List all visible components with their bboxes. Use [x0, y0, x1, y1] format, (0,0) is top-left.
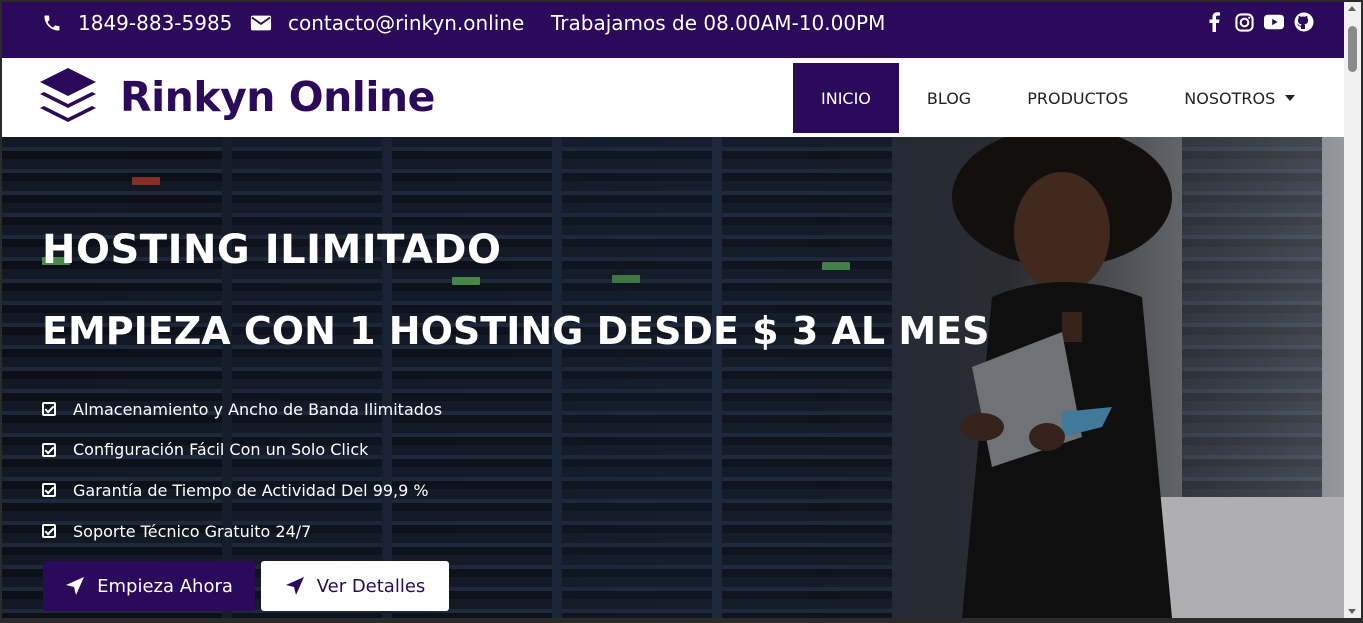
instagram-icon[interactable]	[1234, 12, 1254, 32]
caret-down-icon	[1285, 95, 1296, 101]
checkbox-check-icon	[42, 483, 56, 498]
nav-item-label: INICIO	[821, 88, 871, 108]
nav-item-label: BLOG	[926, 88, 972, 108]
site-header: Rinkyn Online INICIO BLOG PRODUCTOS NOSO…	[2, 58, 1344, 137]
phone-icon	[44, 15, 60, 31]
feature-list: Almacenamiento y Ancho de Banda Ilimitad…	[42, 389, 442, 551]
envelope-icon	[250, 15, 272, 31]
business-hours: Trabajamos de 08.00AM-10.00PM	[551, 2, 885, 44]
button-label: Ver Detalles	[316, 575, 426, 597]
email-contact[interactable]: contacto@rinkyn.online	[250, 2, 524, 44]
nav-item-label: PRODUCTOS	[1027, 88, 1129, 108]
nav-item-blog[interactable]: BLOG	[899, 63, 999, 133]
feature-text: Almacenamiento y Ancho de Banda Ilimitad…	[73, 399, 443, 419]
nav-item-nosotros[interactable]: NOSOTROS	[1156, 63, 1323, 133]
list-item: Soporte Técnico Gratuito 24/7	[42, 511, 442, 552]
vertical-scrollbar[interactable]	[1344, 2, 1361, 618]
hero-title: HOSTING ILIMITADO	[42, 227, 502, 273]
phone-number: 1849-883-5985	[78, 11, 233, 35]
list-item: Configuración Fácil Con un Solo Click	[42, 430, 442, 471]
social-links	[1204, 12, 1314, 32]
location-arrow-icon	[66, 577, 85, 595]
feature-text: Soporte Técnico Gratuito 24/7	[73, 521, 312, 541]
checkbox-check-icon	[42, 442, 56, 457]
layers-icon	[40, 68, 96, 122]
youtube-icon[interactable]	[1264, 12, 1284, 32]
browser-frame: 1849-883-5985 contacto@rinkyn.online Tra…	[0, 0, 1363, 623]
start-now-button[interactable]: Empieza Ahora	[43, 561, 255, 611]
view-details-button[interactable]: Ver Detalles	[261, 561, 449, 611]
checkbox-check-icon	[42, 524, 56, 539]
feature-text: Garantía de Tiempo de Actividad Del 99,9…	[73, 480, 429, 500]
checkbox-check-icon	[42, 402, 56, 417]
nav-item-inicio[interactable]: INICIO	[793, 63, 899, 133]
nav-item-productos[interactable]: PRODUCTOS	[999, 63, 1156, 133]
email-address: contacto@rinkyn.online	[288, 11, 525, 35]
top-bar: 1849-883-5985 contacto@rinkyn.online Tra…	[2, 2, 1344, 58]
scrollbar-thumb[interactable]	[1348, 26, 1357, 72]
hero-subtitle: EMPIEZA CON 1 HOSTING DESDE $ 3 AL MES	[42, 309, 990, 353]
button-label: Empieza Ahora	[97, 575, 233, 597]
location-arrow-icon	[285, 577, 304, 595]
list-item: Garantía de Tiempo de Actividad Del 99,9…	[42, 470, 442, 511]
brand-name: Rinkyn Online	[120, 73, 435, 121]
page: 1849-883-5985 contacto@rinkyn.online Tra…	[2, 2, 1344, 618]
list-item: Almacenamiento y Ancho de Banda Ilimitad…	[42, 389, 442, 430]
scroll-down-arrow-icon[interactable]	[1348, 609, 1356, 614]
phone-contact[interactable]: 1849-883-5985	[42, 2, 232, 44]
facebook-icon[interactable]	[1204, 12, 1224, 32]
site-logo[interactable]: Rinkyn Online	[38, 66, 435, 128]
nav-item-label: NOSOTROS	[1184, 88, 1276, 108]
main-nav: INICIO BLOG PRODUCTOS NOSOTROS	[793, 63, 1323, 133]
hours-text: Trabajamos de 08.00AM-10.00PM	[551, 11, 886, 35]
feature-text: Configuración Fácil Con un Solo Click	[73, 440, 369, 460]
scroll-up-arrow-icon[interactable]	[1348, 6, 1356, 11]
github-icon[interactable]	[1294, 12, 1314, 32]
hero-section: HOSTING ILIMITADO EMPIEZA CON 1 HOSTING …	[2, 137, 1344, 618]
